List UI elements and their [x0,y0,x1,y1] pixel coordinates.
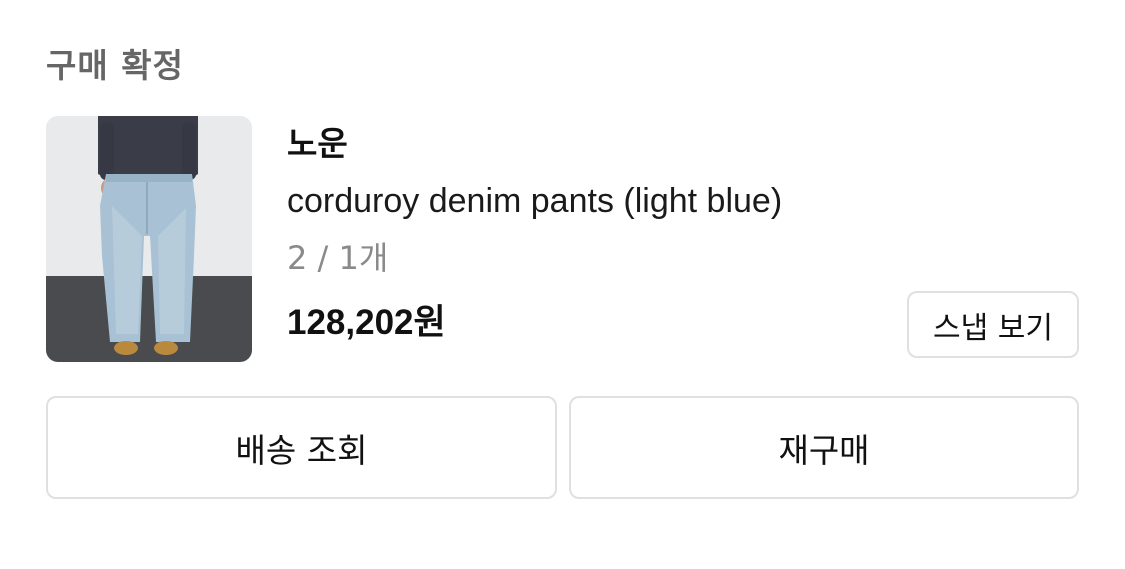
order-status-title: 구매 확정 [46,46,184,85]
product-price: 128,202원 [287,303,446,342]
track-delivery-button[interactable]: 배송 조회 [46,396,557,499]
product-name[interactable]: corduroy denim pants (light blue) [287,179,782,223]
product-image[interactable] [46,116,252,362]
view-snap-button[interactable]: 스냅 보기 [907,291,1079,358]
product-brand[interactable]: 노운 [287,122,348,166]
product-option: 2 / 1개 [287,239,389,277]
product-photo-icon [46,116,252,362]
rebuy-button[interactable]: 재구매 [569,396,1079,499]
